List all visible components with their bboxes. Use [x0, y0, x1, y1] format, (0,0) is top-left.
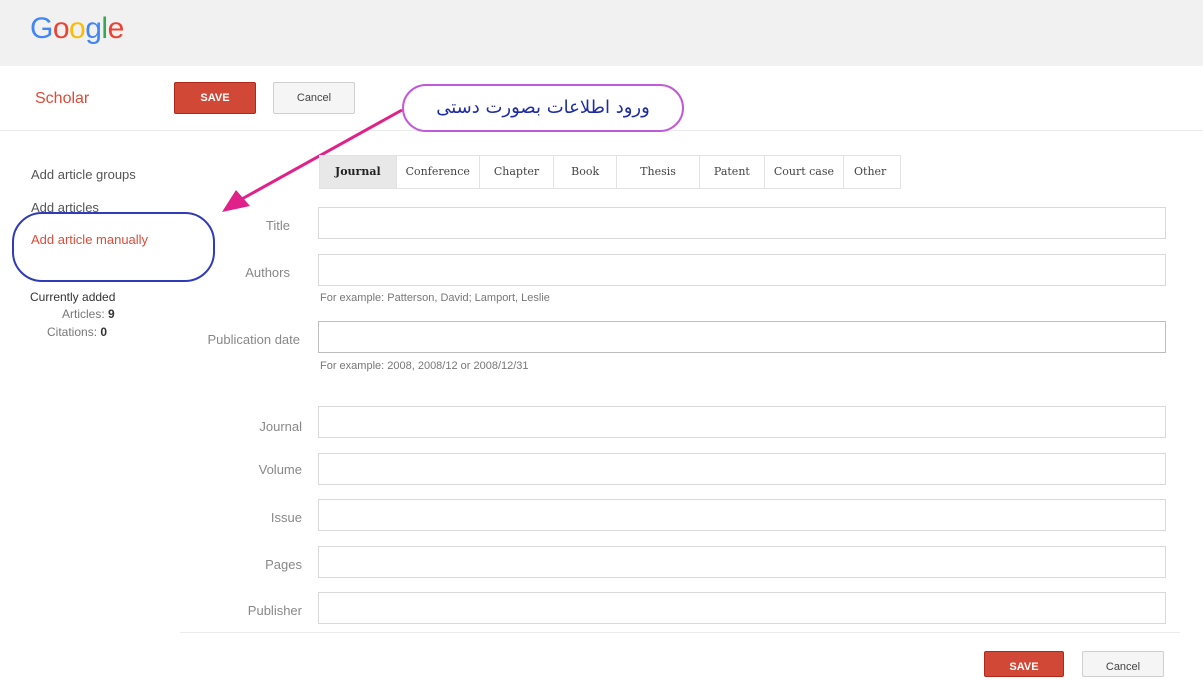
authors-input[interactable] — [318, 254, 1166, 286]
citations-label: Citations: — [47, 325, 98, 339]
footer-save-button[interactable]: SAVE — [984, 651, 1064, 677]
article-type-tabs: Journal Conference Chapter Book Thesis P… — [319, 155, 902, 189]
publication-date-label: Publication date — [207, 332, 300, 347]
articles-value: 9 — [108, 307, 115, 321]
publication-date-hint: For example: 2008, 2008/12 or 2008/12/31 — [320, 360, 529, 372]
citations-count: Citations: 0 — [47, 325, 107, 339]
publication-date-input[interactable] — [318, 321, 1166, 353]
tab-other[interactable]: Other — [844, 156, 900, 188]
authors-label: Authors — [245, 265, 290, 280]
publisher-label: Publisher — [247, 603, 302, 618]
tab-book[interactable]: Book — [554, 156, 618, 188]
issue-input[interactable] — [318, 499, 1166, 531]
publisher-input[interactable] — [318, 592, 1166, 624]
currently-added-heading: Currently added — [30, 290, 116, 304]
articles-count: Articles: 9 — [62, 307, 115, 321]
footer-cancel-button[interactable]: Cancel — [1082, 651, 1164, 677]
title-input[interactable] — [318, 207, 1166, 239]
tab-patent[interactable]: Patent — [700, 156, 765, 188]
sidebar-item-add-article-groups[interactable]: Add article groups — [31, 167, 136, 182]
journal-label: Journal — [259, 419, 302, 434]
authors-hint: For example: Patterson, David; Lamport, … — [320, 292, 550, 304]
pages-label: Pages — [265, 557, 302, 572]
citations-value: 0 — [100, 325, 108, 339]
form-divider — [180, 632, 1180, 633]
issue-label: Issue — [270, 510, 302, 525]
tab-thesis[interactable]: Thesis — [617, 156, 700, 188]
volume-label: Volume — [258, 462, 302, 477]
tab-court-case[interactable]: Court case — [765, 156, 845, 188]
tab-journal[interactable]: Journal — [320, 156, 397, 188]
volume-input[interactable] — [318, 453, 1166, 485]
tab-conference[interactable]: Conference — [397, 156, 480, 188]
title-label: Title — [265, 218, 290, 233]
pages-input[interactable] — [318, 546, 1166, 578]
tab-chapter[interactable]: Chapter — [480, 156, 555, 188]
articles-label: Articles: — [62, 307, 105, 321]
journal-input[interactable] — [318, 406, 1166, 438]
